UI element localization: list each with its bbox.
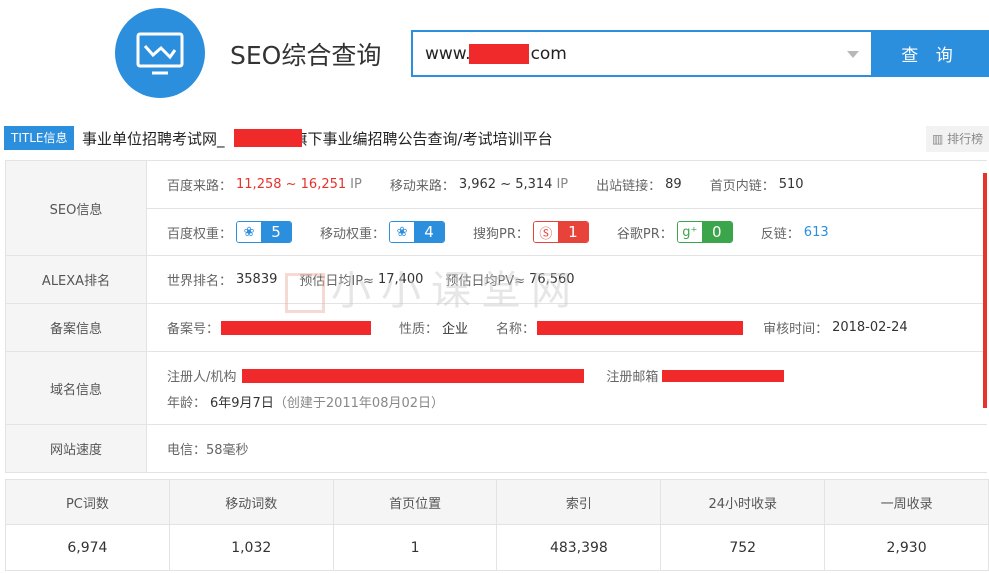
google-pr-badge[interactable]: g⁺ 0 (676, 221, 733, 243)
title-badge: TITLE信息 (4, 126, 75, 150)
paw-icon: ❀ (390, 222, 415, 242)
table-cell[interactable]: 6,974 (5, 524, 170, 571)
redaction-block (221, 320, 372, 335)
domain-search-input[interactable]: www. com (411, 30, 871, 77)
column-header: 24小时收录 (660, 479, 826, 525)
app-title: SEO综合查询 (230, 41, 382, 70)
monitor-chart-icon (136, 32, 184, 75)
row-label: 备案信息 (6, 304, 147, 351)
site-title: 事业单位招聘考试网_ 旗下事业编招聘公告查询/考试培训平台 (82, 130, 553, 148)
domain-row: 域名信息 注册人/机构 注册邮箱 年龄： 6年9月7日（创建于2011年08月02… (6, 352, 987, 425)
row-label: 域名信息 (6, 352, 147, 424)
column-header: PC词数 (5, 479, 170, 525)
baidu-weight-badge[interactable]: ❀ 5 (236, 221, 293, 243)
speed-row: 网站速度 电信：58毫秒 (6, 425, 987, 472)
paw-icon: ❀ (237, 222, 262, 242)
sogou-icon: Ⓢ (533, 222, 558, 242)
table-cell[interactable]: 1 (332, 524, 498, 571)
mobile-weight-badge[interactable]: ❀ 4 (389, 221, 446, 243)
row-label: 网站速度 (6, 425, 147, 472)
bar-chart-icon: ▥ (932, 132, 944, 146)
app-logo (115, 8, 205, 98)
seo-row: SEO信息 百度来路： 11,258 ~ 16,251 IP 移动来路： 3,962 … (6, 161, 987, 408)
redaction-block (537, 320, 744, 335)
table-header-row: PC词数 移动词数 首页位置 索引 24小时收录 一周收录 (5, 479, 989, 525)
sogou-pr-badge[interactable]: Ⓢ 1 (532, 221, 589, 243)
column-header: 索引 (496, 479, 662, 525)
search-button[interactable]: 查 询 (871, 30, 989, 77)
table-row: 6,974 1,032 1 483,398 752 2,930 (5, 524, 989, 571)
column-header: 首页位置 (332, 479, 498, 525)
keyword-stats-table: PC词数 移动词数 首页位置 索引 24小时收录 一周收录 6,974 1,03… (5, 479, 989, 571)
row-label: SEO信息 (6, 161, 147, 255)
row-label: ALEXA排名 (6, 256, 147, 303)
redaction-block (242, 368, 585, 383)
column-header: 移动词数 (168, 479, 334, 525)
redaction-block (234, 129, 302, 147)
table-cell[interactable]: 483,398 (496, 524, 662, 571)
table-cell[interactable]: 1,032 (168, 524, 334, 571)
redaction-block (469, 44, 529, 64)
google-plus-icon: g⁺ (677, 222, 702, 242)
table-cell[interactable]: 752 (660, 524, 826, 571)
table-cell[interactable]: 2,930 (824, 524, 989, 571)
column-header: 一周收录 (824, 479, 989, 525)
redaction-block (662, 369, 785, 382)
rank-link[interactable]: ▥ 排行榜 (926, 126, 989, 152)
chevron-down-icon[interactable] (847, 51, 859, 58)
seo-info-table: SEO信息 百度来路： 11,258 ~ 16,251 IP 移动来路： 3,962 … (5, 160, 987, 473)
watermark: 小小课堂网 (285, 258, 581, 316)
backlinks-link[interactable]: 613 (804, 225, 829, 240)
